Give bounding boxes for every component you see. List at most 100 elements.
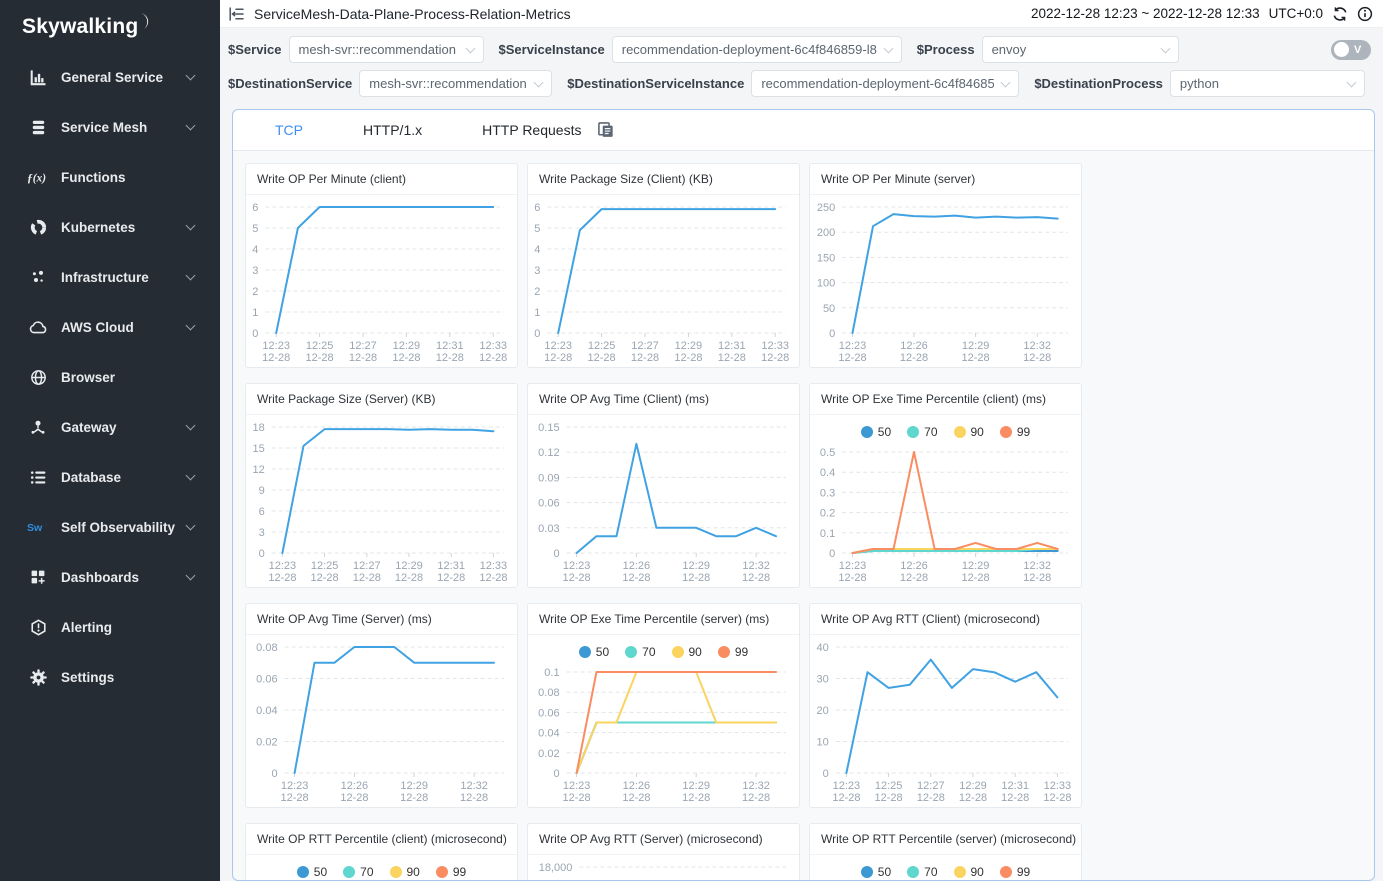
sidebar-item-service-mesh[interactable]: Service Mesh: [0, 102, 220, 152]
legend-item-90[interactable]: 90: [954, 425, 984, 439]
chevron-down-icon: [186, 121, 196, 131]
filter-label: $DestinationProcess: [1034, 76, 1163, 91]
line-chart[interactable]: 036912151812:2312-2812:2512-2812:2712-28…: [246, 415, 517, 587]
sidebar-item-general-service[interactable]: General Service: [0, 52, 220, 102]
sidebar-item-functions[interactable]: ƒ(x)Functions: [0, 152, 220, 202]
topbar-left: ServiceMesh-Data-Plane-Process-Relation-…: [228, 6, 571, 22]
filter-select-serviceinstance[interactable]: recommendation-deployment-6c4f846859-l8r…: [612, 36, 902, 63]
svg-text:3: 3: [259, 527, 265, 539]
filter-select-service[interactable]: mesh-svr::recommendation: [289, 36, 484, 63]
chevron-down-icon: [186, 471, 196, 481]
legend-item-70[interactable]: 70: [343, 865, 373, 879]
topbar-right: 2022-12-28 12:23 ~ 2022-12-28 12:33 UTC+…: [1031, 6, 1373, 22]
tab-http-1-x[interactable]: HTTP/1.x: [363, 122, 422, 138]
svg-text:0: 0: [553, 548, 559, 560]
sidebar-item-self-observability[interactable]: SwSelf Observability: [0, 502, 220, 552]
filter-select-destinationserviceinstance[interactable]: recommendation-deployment-6c4f846859-l8r…: [751, 70, 1019, 97]
legend-item-70[interactable]: 70: [907, 425, 937, 439]
sidebar-item-browser[interactable]: Browser: [0, 352, 220, 402]
line-chart[interactable]: 012345612:2312-2812:2512-2812:2712-2812:…: [528, 195, 799, 367]
svg-text:12:25: 12:25: [588, 340, 616, 352]
skywalking-logo[interactable]: Skywalking: [0, 0, 220, 39]
sidebar-item-dashboards[interactable]: Dashboards: [0, 552, 220, 602]
chart-legend: 50 70 90 99: [810, 415, 1081, 445]
filter-select-destinationprocess[interactable]: python: [1170, 70, 1365, 97]
sidebar-item-alerting[interactable]: Alerting: [0, 602, 220, 652]
svg-text:12-28: 12-28: [962, 352, 990, 364]
svg-text:12-28: 12-28: [832, 792, 860, 804]
alerting-icon: [27, 619, 49, 636]
sidebar-item-kubernetes[interactable]: Kubernetes: [0, 202, 220, 252]
svg-text:12-28: 12-28: [917, 792, 945, 804]
line-chart[interactable]: 01020304012:2312-2812:2512-2812:2712-281…: [810, 635, 1081, 807]
line-chart[interactable]: 00.020.040.060.080.112:2312-2812:2612-28…: [528, 665, 799, 807]
filter-value: mesh-svr::recommendation: [369, 76, 527, 91]
copy-icon[interactable]: [597, 121, 615, 139]
legend-item-90[interactable]: 90: [672, 645, 702, 659]
legend-item-50[interactable]: 50: [861, 425, 891, 439]
sidebar-item-label: Self Observability: [61, 520, 187, 535]
svg-text:0: 0: [829, 328, 835, 340]
sidebar-item-label: Kubernetes: [61, 220, 187, 235]
sidebar-nav: General ServiceService Meshƒ(x)Functions…: [0, 39, 220, 702]
svg-text:12:25: 12:25: [306, 340, 334, 352]
svg-text:0.5: 0.5: [820, 447, 835, 459]
legend-item-70[interactable]: 70: [625, 645, 655, 659]
sidebar-item-settings[interactable]: Settings: [0, 652, 220, 702]
svg-text:12:27: 12:27: [917, 780, 945, 792]
chart-card-write-package-size-server-kb: Write Package Size (Server) (KB)03691215…: [245, 383, 518, 588]
variables-toggle[interactable]: V: [1331, 40, 1371, 60]
sidebar-collapse-icon[interactable]: [228, 6, 245, 22]
svg-text:12:26: 12:26: [900, 560, 928, 572]
svg-text:12-28: 12-28: [900, 352, 928, 364]
filter-select-destinationservice[interactable]: mesh-svr::recommendation: [359, 70, 552, 97]
line-chart[interactable]: 012345612:2312-2812:2512-2812:2712-2812:…: [246, 195, 517, 367]
chart-legend: 50 70 90 99: [810, 855, 1081, 881]
filter-value: envoy: [992, 42, 1154, 57]
legend-item-50[interactable]: 50: [861, 865, 891, 879]
sidebar-item-database[interactable]: Database: [0, 452, 220, 502]
legend-item-50[interactable]: 50: [297, 865, 327, 879]
line-chart[interactable]: 05010015020025012:2312-2812:2612-2812:29…: [810, 195, 1081, 367]
svg-text:3: 3: [252, 265, 258, 277]
line-chart[interactable]: 03,0006,0009,00012,00015,00018,00012:231…: [528, 855, 799, 881]
chart-title: Write OP Exe Time Percentile (server) (m…: [528, 604, 799, 635]
time-range[interactable]: 2022-12-28 12:23 ~ 2022-12-28 12:33: [1031, 6, 1260, 21]
gateway-icon: [27, 419, 49, 435]
filter-select-process[interactable]: envoy: [982, 36, 1179, 63]
line-chart[interactable]: 00.030.060.090.120.1512:2312-2812:2612-2…: [528, 415, 799, 587]
svg-text:12:29: 12:29: [393, 340, 421, 352]
legend-item-90[interactable]: 90: [954, 865, 984, 879]
legend-item-90[interactable]: 90: [390, 865, 420, 879]
sidebar-item-aws-cloud[interactable]: AWS Cloud: [0, 302, 220, 352]
line-chart[interactable]: 00.020.040.060.0812:2312-2812:2612-2812:…: [246, 635, 517, 807]
tab-http-requests[interactable]: HTTP Requests: [482, 122, 581, 138]
chevron-down-icon: [186, 421, 196, 431]
svg-text:0.04: 0.04: [256, 705, 277, 717]
svg-text:0.08: 0.08: [256, 642, 277, 654]
svg-text:12:23: 12:23: [839, 340, 867, 352]
chart-card-write-op-avg-rtt-server-microsecond: Write OP Avg RTT (Server) (microsecond)0…: [527, 823, 800, 881]
legend-item-99[interactable]: 99: [718, 645, 748, 659]
filter-process: $Processenvoy: [917, 36, 1179, 63]
svg-text:9: 9: [259, 485, 265, 497]
chart-grid: Write OP Per Minute (client)012345612:23…: [233, 151, 1374, 881]
svg-text:0.02: 0.02: [256, 737, 277, 749]
legend-item-99[interactable]: 99: [1000, 865, 1030, 879]
svg-text:12-28: 12-28: [718, 352, 746, 364]
line-chart[interactable]: 00.10.20.30.40.512:2312-2812:2612-2812:2…: [810, 445, 1081, 587]
chevron-down-icon: [1160, 44, 1170, 54]
svg-text:2: 2: [534, 286, 540, 298]
tab-tcp[interactable]: TCP: [275, 122, 303, 138]
legend-item-50[interactable]: 50: [579, 645, 609, 659]
refresh-icon[interactable]: [1332, 6, 1348, 22]
info-icon[interactable]: [1357, 6, 1373, 22]
svg-text:12:31: 12:31: [1001, 780, 1029, 792]
legend-item-99[interactable]: 99: [1000, 425, 1030, 439]
legend-item-70[interactable]: 70: [907, 865, 937, 879]
sidebar-item-gateway[interactable]: Gateway: [0, 402, 220, 452]
sidebar-item-infrastructure[interactable]: Infrastructure: [0, 252, 220, 302]
toggle-label: V: [1354, 44, 1361, 56]
legend-item-99[interactable]: 99: [436, 865, 466, 879]
svg-text:12:32: 12:32: [742, 780, 770, 792]
